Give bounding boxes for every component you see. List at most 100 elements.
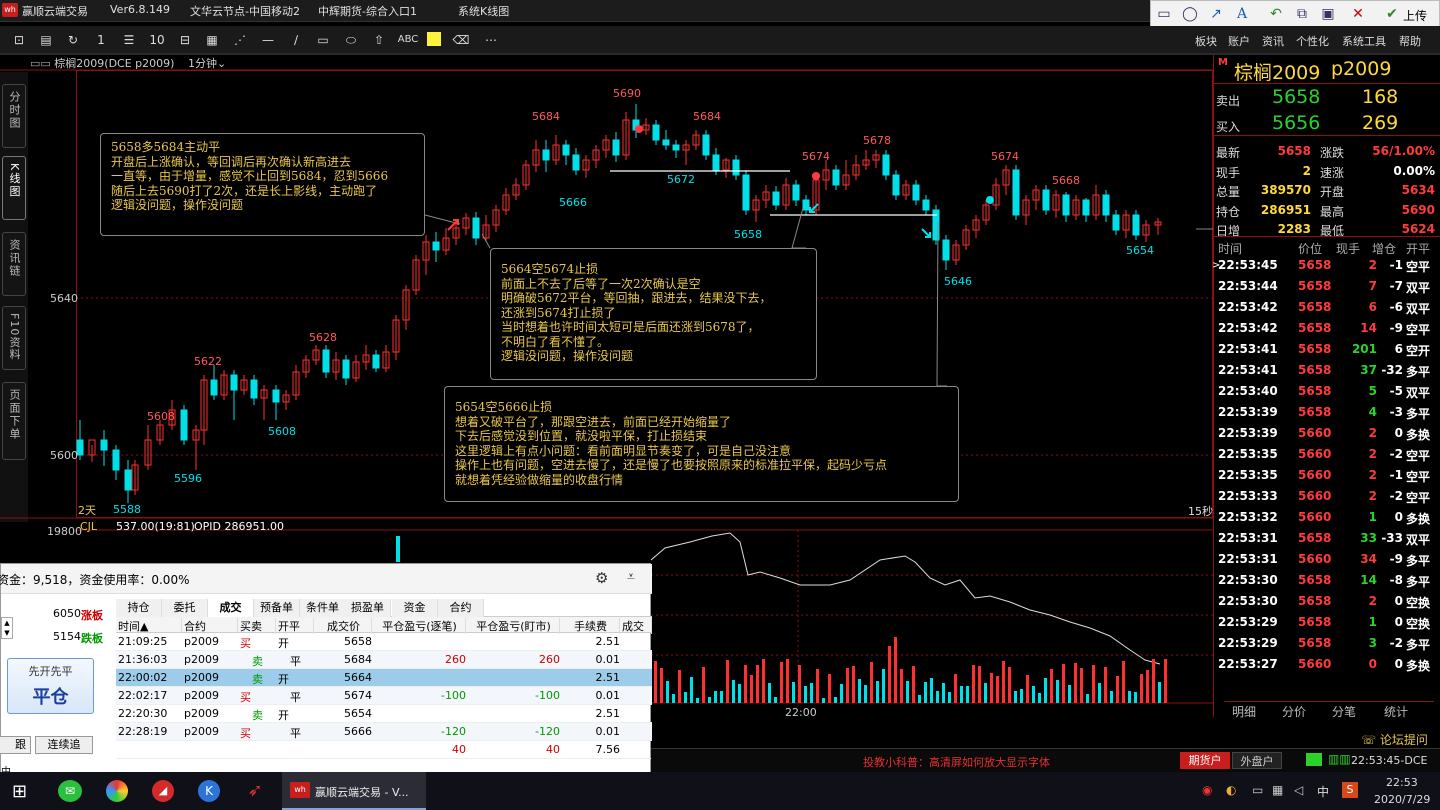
- volume-bar: [702, 667, 705, 703]
- volume-bar: [810, 683, 813, 703]
- fills-cell: 21:36:03: [118, 653, 168, 666]
- volume-bar: [660, 668, 663, 703]
- k-app-icon[interactable]: K: [198, 780, 220, 802]
- fills-cell: 平: [290, 727, 301, 740]
- tray-icon[interactable]: ▦: [1272, 783, 1283, 797]
- fills-col-header[interactable]: 时间▲: [118, 618, 182, 634]
- candle: [542, 149, 550, 161]
- candle: [180, 409, 188, 441]
- stat-label: 开盘: [1320, 185, 1345, 199]
- futures-account-tab[interactable]: 期货户: [1180, 752, 1230, 769]
- tick-time: 22:53:31: [1218, 552, 1278, 566]
- tick-time: 22:53:41: [1218, 363, 1278, 377]
- tray-icon[interactable]: ▭: [1252, 783, 1263, 797]
- indicator-name[interactable]: CJL: [80, 520, 97, 533]
- trade-tab[interactable]: 条件单: [300, 599, 346, 617]
- fills-col-header[interactable]: 买卖: [240, 618, 276, 634]
- limit-up-label[interactable]: 涨板: [81, 607, 103, 623]
- foreign-account-tab[interactable]: 外盘户: [1232, 752, 1282, 769]
- fills-row[interactable]: 22:20:30 p2009 卖 开 5654 2.51: [116, 705, 652, 723]
- bars-icon: ▥▥: [1328, 752, 1351, 766]
- chase-button[interactable]: 连续追: [35, 736, 93, 754]
- tick-oi: -5: [1389, 384, 1403, 398]
- collapse-icon[interactable]: ⩡: [627, 569, 635, 585]
- speaker-icon[interactable]: ◁: [1294, 783, 1303, 797]
- tick-type: 双平: [1406, 533, 1431, 547]
- tick-oi: 6: [1394, 342, 1403, 356]
- candle: [942, 239, 950, 261]
- taskbar-active-app[interactable]: wh 赢顺云端交易 - V...: [282, 772, 426, 810]
- volume-bar: [714, 691, 717, 703]
- tray-icon[interactable]: ◐: [1226, 783, 1236, 797]
- fills-col-header[interactable]: 平仓盈亏(逐笔): [374, 618, 466, 634]
- status-clock: 22:53:45-DCE: [1351, 754, 1428, 767]
- tick-row: 22:53:30 5658 2 0 空换: [1214, 594, 1440, 615]
- close-position-button[interactable]: 先开先平 平仓: [7, 658, 94, 714]
- tick-time: 22:53:35: [1218, 468, 1278, 482]
- tab-stats[interactable]: 统计: [1384, 703, 1408, 720]
- volume-bar: [396, 536, 400, 562]
- tab-detail[interactable]: 明细: [1232, 703, 1256, 720]
- fills-col-header[interactable]: 成交: [622, 618, 652, 634]
- candle: [742, 174, 750, 211]
- tick-time: 22:53:27: [1218, 657, 1278, 671]
- follow-button[interactable]: 跟: [0, 736, 31, 754]
- trade-tab[interactable]: 损盈单: [345, 599, 391, 617]
- limit-down-label[interactable]: 跌板: [81, 630, 103, 646]
- tick-header: 时间 价位 现手 增仓 开平: [1214, 240, 1440, 258]
- fills-row[interactable]: 21:36:03 p2009 卖 平 5684 260 260 0.01: [116, 651, 652, 669]
- candle: [342, 359, 350, 379]
- fills-col-header[interactable]: 合约: [184, 618, 238, 634]
- trading-app-icon[interactable]: ◢: [152, 780, 174, 802]
- limit-up-price: 6050: [53, 607, 81, 620]
- fills-row[interactable]: 40 40 7.56: [116, 741, 652, 759]
- fills-row[interactable]: 22:02:17 p2009 买 平 5674 -100 -100 0.01: [116, 687, 652, 705]
- taskbar-date: 2020/7/29: [1374, 793, 1431, 806]
- fills-col-header[interactable]: 手续费: [562, 618, 620, 634]
- volume-bar: [1068, 685, 1071, 703]
- sogou-icon[interactable]: S: [1342, 782, 1358, 798]
- trade-tab[interactable]: 成交: [208, 599, 254, 617]
- fills-cell: 0.01: [595, 689, 621, 702]
- fills-row[interactable]: 22:28:19 p2009 买 平 5666 -120 -120 0.01: [116, 723, 652, 741]
- fills-row[interactable]: 22:00:02 p2009 卖 开 5664 2.51: [116, 669, 652, 687]
- wechat-icon[interactable]: ✉: [58, 780, 82, 802]
- fills-cell: 2.51: [595, 671, 621, 684]
- candle: [732, 159, 740, 176]
- quote-name: 棕榈2009: [1234, 62, 1321, 84]
- fills-cell: 2.51: [595, 707, 621, 720]
- trade-tab[interactable]: 资金: [392, 599, 438, 617]
- tab-price-dist[interactable]: 分价: [1282, 703, 1306, 720]
- note-line: 还涨到5674打止损了: [501, 305, 616, 320]
- gear-icon[interactable]: ⚙: [595, 569, 608, 587]
- tick-time: 22:53:39: [1218, 426, 1278, 440]
- fills-col-header[interactable]: 开平: [278, 618, 314, 634]
- fills-col-header[interactable]: 平仓盈亏(盯市): [468, 618, 560, 634]
- candle: [882, 154, 890, 176]
- trade-tab[interactable]: 委托: [162, 599, 208, 617]
- tip-text[interactable]: 投教小科普：高清屏如何放大显示字体: [863, 754, 1050, 770]
- stepper-icon[interactable]: ▲ ▼: [1, 617, 13, 639]
- browser-icon[interactable]: [106, 780, 128, 802]
- price-label: 5628: [309, 331, 337, 344]
- tick-price: 5658: [1298, 384, 1332, 398]
- trade-tab[interactable]: 合约: [438, 599, 484, 617]
- col-vol: 现手: [1336, 242, 1361, 256]
- fills-cell: 卖: [252, 673, 263, 686]
- arrow-app-icon[interactable]: ➶: [244, 780, 266, 802]
- candle: [124, 469, 132, 491]
- tab-ticks[interactable]: 分笔: [1332, 703, 1356, 720]
- forum-button[interactable]: ☏ 论坛提问: [1361, 731, 1428, 748]
- tick-type: 多平: [1406, 407, 1431, 421]
- windows-start-icon[interactable]: ⊞: [12, 781, 27, 802]
- candle: [472, 217, 480, 239]
- tray-icon[interactable]: ◉: [1202, 783, 1212, 797]
- fills-col-header[interactable]: 成交价: [316, 618, 372, 634]
- fills-row[interactable]: 21:09:25 p2009 买 开 5658 2.51: [116, 633, 652, 651]
- tick-row: 22:53:31 5660 34 -9 多平: [1214, 552, 1440, 573]
- ime-indicator[interactable]: 中: [1317, 783, 1329, 800]
- candle: [210, 379, 218, 396]
- tick-row: 22:53:39 5658 4 -3 多平: [1214, 405, 1440, 426]
- trade-tab[interactable]: 预备单: [254, 599, 300, 617]
- trade-tab[interactable]: 持仓: [116, 599, 162, 617]
